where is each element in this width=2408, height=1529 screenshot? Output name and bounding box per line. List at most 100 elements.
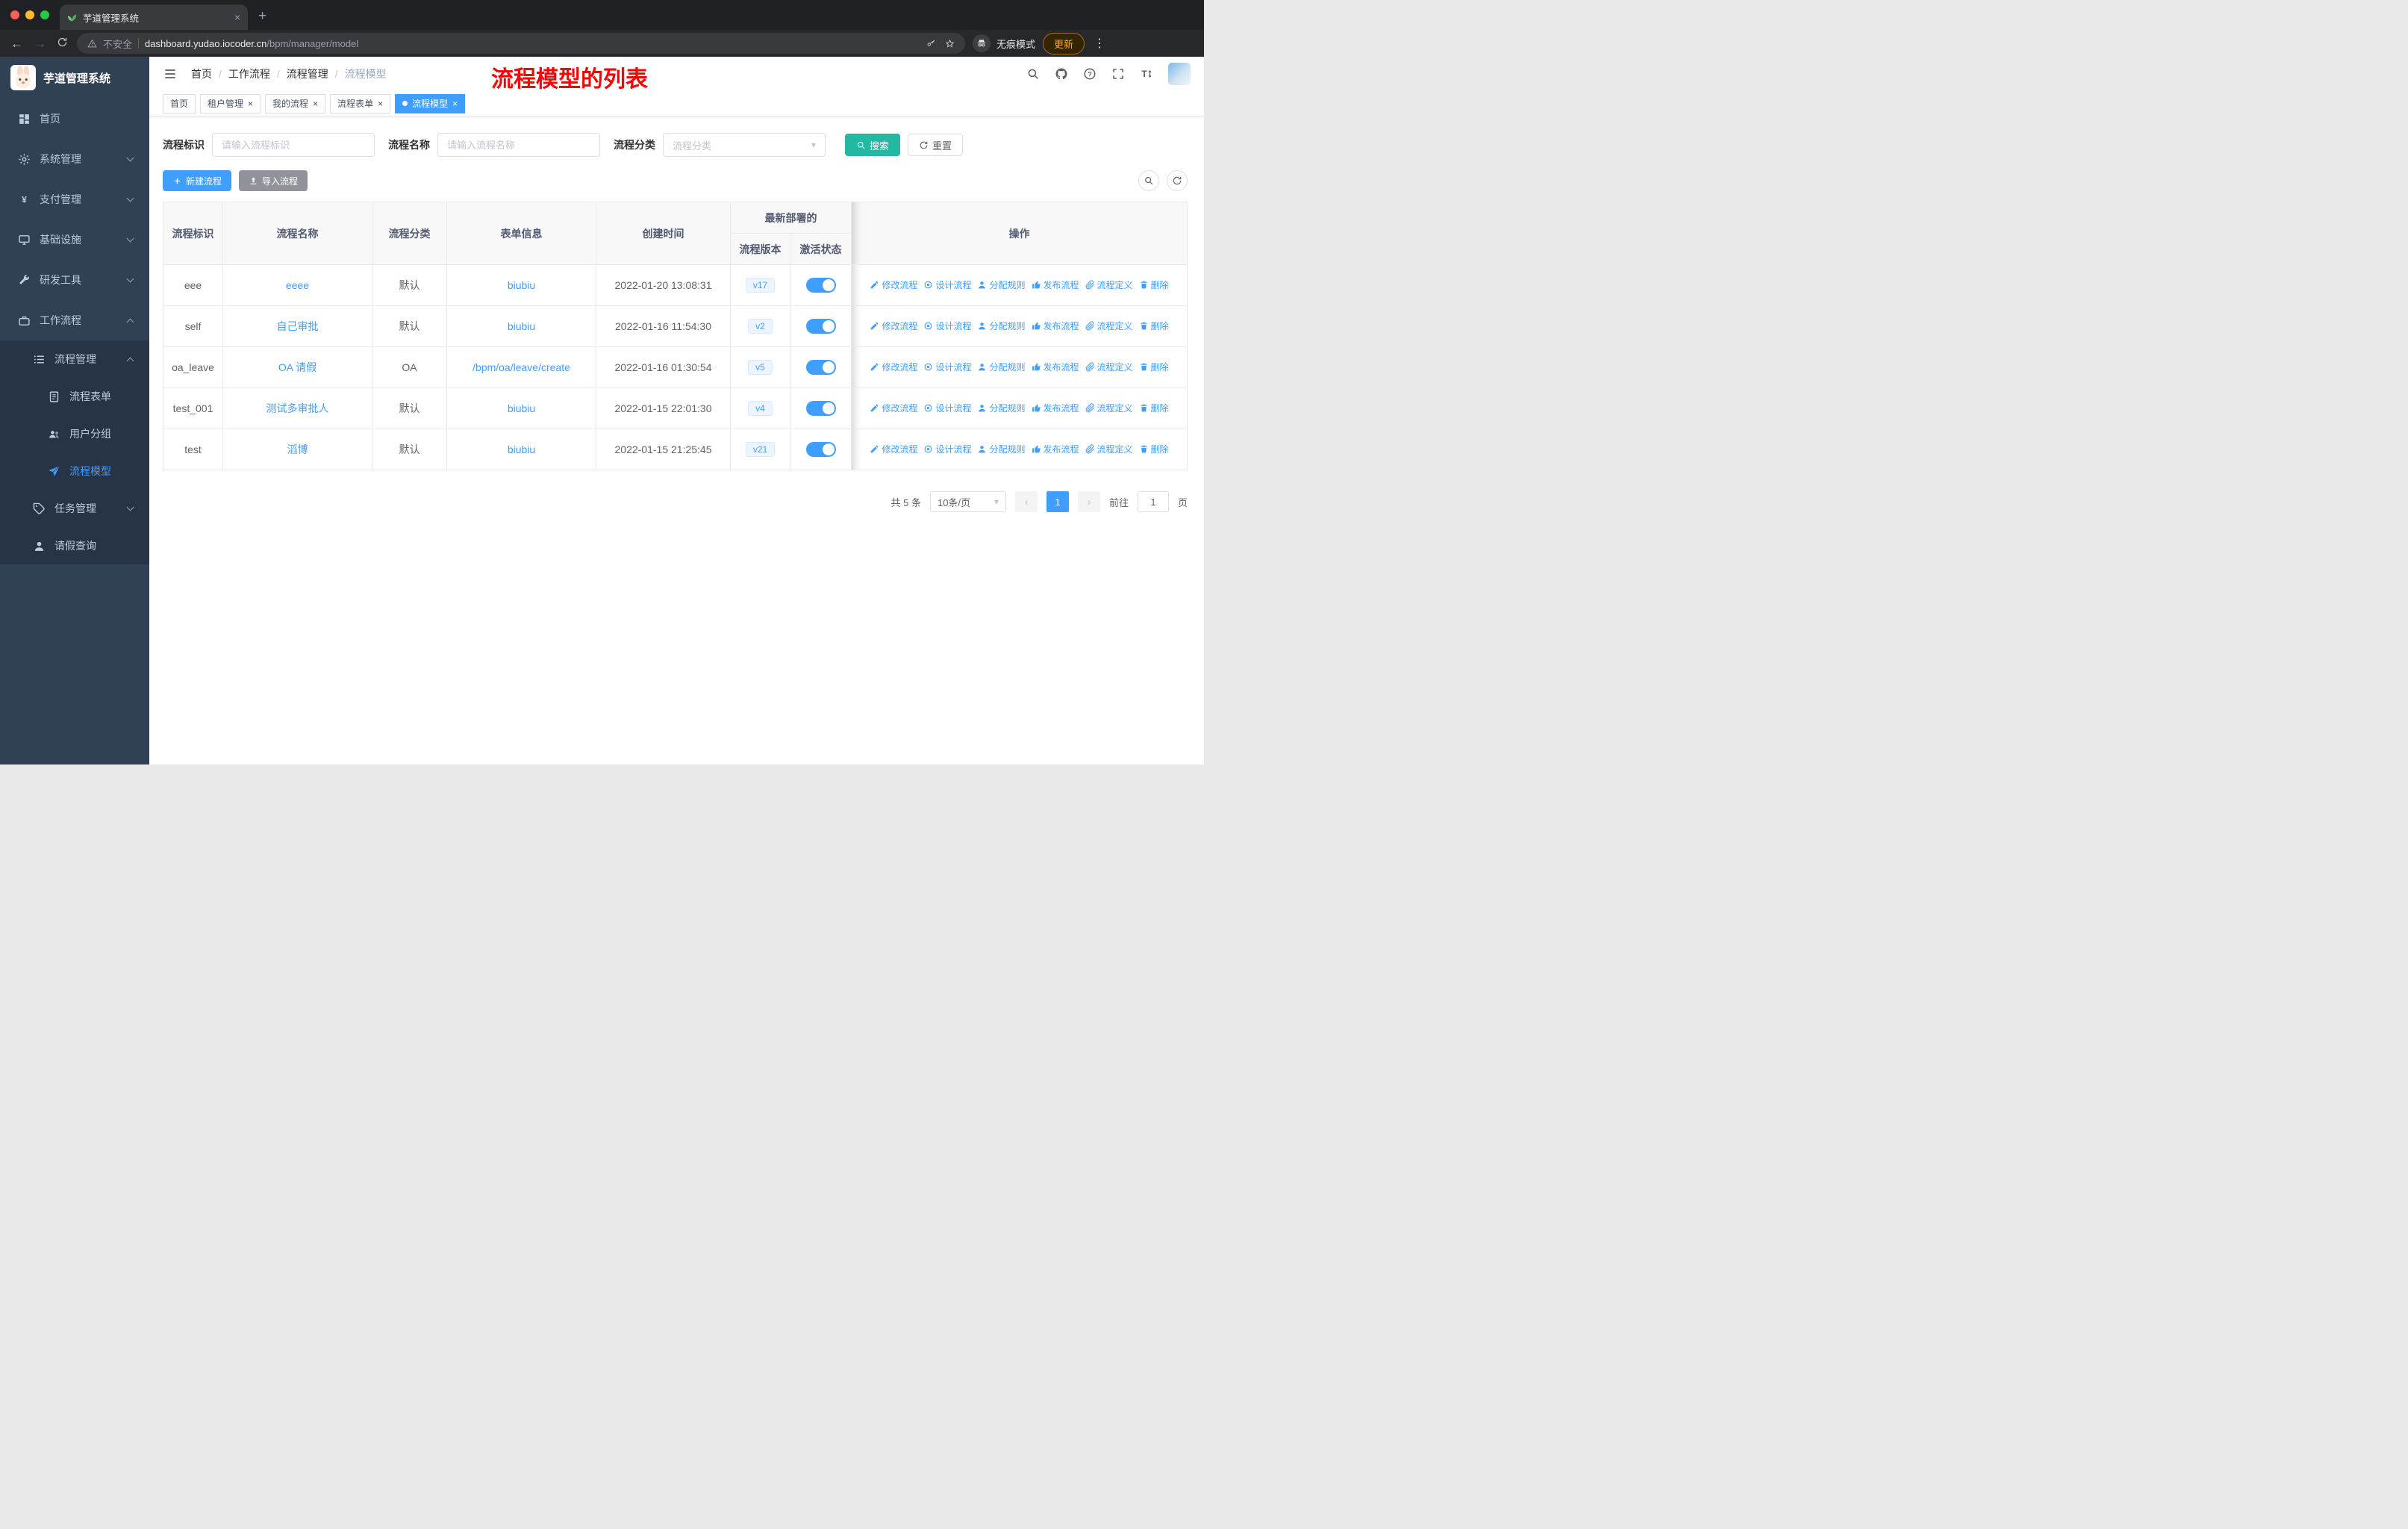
sidebar-item-leave-query[interactable]: 请假查询: [0, 527, 149, 564]
active-toggle[interactable]: [805, 442, 836, 457]
process-definition-link[interactable]: 流程定义: [1085, 443, 1133, 455]
process-definition-link[interactable]: 流程定义: [1085, 361, 1133, 373]
hamburger-icon[interactable]: [163, 66, 178, 81]
tag-close-icon[interactable]: ×: [452, 99, 458, 109]
tab-close-icon[interactable]: ×: [234, 11, 240, 23]
category-select[interactable]: 流程分类 ▾: [663, 133, 826, 157]
tag-tenant[interactable]: 租户管理 ×: [200, 93, 261, 113]
reset-button[interactable]: 重置: [908, 134, 964, 156]
publish-process-link[interactable]: 发布流程: [1032, 443, 1079, 455]
back-button[interactable]: ←: [9, 37, 25, 50]
window-close-button[interactable]: [10, 10, 19, 19]
form-info-link[interactable]: biubiu: [508, 279, 535, 291]
tag-close-icon[interactable]: ×: [313, 99, 318, 109]
design-process-link[interactable]: 设计流程: [923, 361, 971, 373]
address-bar[interactable]: 不安全 dashboard.yudao.iocoder.cn/bpm/manag…: [77, 33, 965, 54]
chrome-update-button[interactable]: 更新: [1043, 32, 1085, 55]
tag-process-model[interactable]: 流程模型 ×: [395, 93, 466, 113]
edit-process-link[interactable]: 修改流程: [870, 361, 917, 373]
forward-button[interactable]: →: [32, 37, 48, 50]
edit-process-link[interactable]: 修改流程: [870, 443, 917, 455]
tag-my-process[interactable]: 我的流程 ×: [265, 93, 326, 113]
delete-process-link[interactable]: 删除: [1139, 320, 1169, 332]
reload-button[interactable]: [55, 37, 69, 50]
current-page[interactable]: 1: [1046, 491, 1069, 512]
fullscreen-icon[interactable]: [1111, 67, 1125, 81]
assign-rule-link[interactable]: 分配规则: [977, 278, 1026, 291]
design-process-link[interactable]: 设计流程: [923, 278, 971, 291]
publish-process-link[interactable]: 发布流程: [1032, 320, 1079, 332]
sidebar-item-process-model[interactable]: 流程模型: [0, 452, 149, 490]
assign-rule-link[interactable]: 分配规则: [977, 361, 1026, 373]
window-zoom-button[interactable]: [40, 10, 49, 19]
new-tab-button[interactable]: +: [258, 8, 266, 25]
search-icon[interactable]: [1026, 67, 1040, 81]
app-logo[interactable]: 芋道管理系统: [0, 57, 149, 99]
help-icon[interactable]: [1083, 67, 1097, 81]
process-name-link[interactable]: 测试多审批人: [266, 402, 329, 414]
process-key-input[interactable]: [212, 133, 375, 157]
active-toggle[interactable]: [805, 319, 836, 334]
form-info-link[interactable]: /bpm/oa/leave/create: [472, 361, 570, 373]
sidebar-item-user-group[interactable]: 用户分组: [0, 415, 149, 452]
delete-process-link[interactable]: 删除: [1139, 402, 1169, 414]
process-name-link[interactable]: OA 请假: [278, 361, 316, 373]
window-minimize-button[interactable]: [25, 10, 34, 19]
process-definition-link[interactable]: 流程定义: [1085, 402, 1133, 414]
create-process-button[interactable]: 新建流程: [163, 170, 232, 191]
edit-process-link[interactable]: 修改流程: [870, 402, 917, 414]
assign-rule-link[interactable]: 分配规则: [977, 320, 1026, 332]
sidebar-item-system[interactable]: 系统管理: [0, 139, 149, 179]
process-name-link[interactable]: 自己审批: [277, 320, 319, 332]
sidebar-item-process-mgmt[interactable]: 流程管理: [0, 340, 149, 378]
sidebar-item-process-form[interactable]: 流程表单: [0, 378, 149, 415]
process-name-input[interactable]: [437, 133, 600, 157]
delete-process-link[interactable]: 删除: [1139, 361, 1169, 373]
form-info-link[interactable]: biubiu: [508, 443, 535, 455]
font-size-icon[interactable]: [1140, 67, 1153, 81]
form-info-link[interactable]: biubiu: [508, 402, 535, 414]
sidebar-item-devtools[interactable]: 研发工具: [0, 260, 149, 300]
tag-home[interactable]: 首页: [163, 93, 196, 113]
active-toggle[interactable]: [805, 401, 836, 416]
tag-process-form[interactable]: 流程表单 ×: [330, 93, 391, 113]
github-icon[interactable]: [1055, 67, 1068, 81]
active-toggle[interactable]: [805, 278, 836, 293]
breadcrumb-home[interactable]: 首页: [191, 66, 212, 81]
publish-process-link[interactable]: 发布流程: [1032, 402, 1079, 414]
assign-rule-link[interactable]: 分配规则: [977, 443, 1026, 455]
breadcrumb-process-mgmt[interactable]: 流程管理: [287, 66, 328, 81]
sidebar-item-infra[interactable]: 基础设施: [0, 219, 149, 260]
import-process-button[interactable]: 导入流程: [239, 170, 308, 191]
sidebar-item-workflow[interactable]: 工作流程: [0, 300, 149, 340]
sidebar-item-home[interactable]: 首页: [0, 99, 149, 139]
process-name-link[interactable]: eeee: [286, 279, 309, 291]
user-avatar[interactable]: [1168, 63, 1191, 85]
delete-process-link[interactable]: 删除: [1139, 443, 1169, 455]
form-info-link[interactable]: biubiu: [508, 320, 535, 332]
tag-close-icon[interactable]: ×: [378, 99, 383, 109]
assign-rule-link[interactable]: 分配规则: [977, 402, 1026, 414]
publish-process-link[interactable]: 发布流程: [1032, 278, 1079, 291]
prev-page-button[interactable]: ‹: [1014, 491, 1038, 512]
process-name-link[interactable]: 滔博: [287, 443, 308, 455]
toggle-search-button[interactable]: [1138, 170, 1159, 191]
publish-process-link[interactable]: 发布流程: [1032, 361, 1079, 373]
design-process-link[interactable]: 设计流程: [923, 320, 971, 332]
tag-close-icon[interactable]: ×: [248, 99, 253, 109]
browser-tab[interactable]: 芋道管理系统 ×: [60, 4, 248, 30]
password-key-icon[interactable]: [926, 39, 936, 49]
breadcrumb-workflow[interactable]: 工作流程: [228, 66, 270, 81]
process-definition-link[interactable]: 流程定义: [1085, 320, 1133, 332]
goto-page-input[interactable]: [1137, 491, 1169, 512]
edit-process-link[interactable]: 修改流程: [870, 320, 917, 332]
sidebar-item-task-mgmt[interactable]: 任务管理: [0, 490, 149, 527]
bookmark-star-icon[interactable]: [945, 39, 955, 49]
edit-process-link[interactable]: 修改流程: [870, 278, 917, 291]
process-definition-link[interactable]: 流程定义: [1085, 278, 1133, 291]
refresh-table-button[interactable]: [1167, 170, 1188, 191]
design-process-link[interactable]: 设计流程: [923, 402, 971, 414]
next-page-button[interactable]: ›: [1077, 491, 1100, 512]
delete-process-link[interactable]: 删除: [1139, 278, 1169, 291]
browser-menu-icon[interactable]: ⋮: [1092, 36, 1107, 51]
